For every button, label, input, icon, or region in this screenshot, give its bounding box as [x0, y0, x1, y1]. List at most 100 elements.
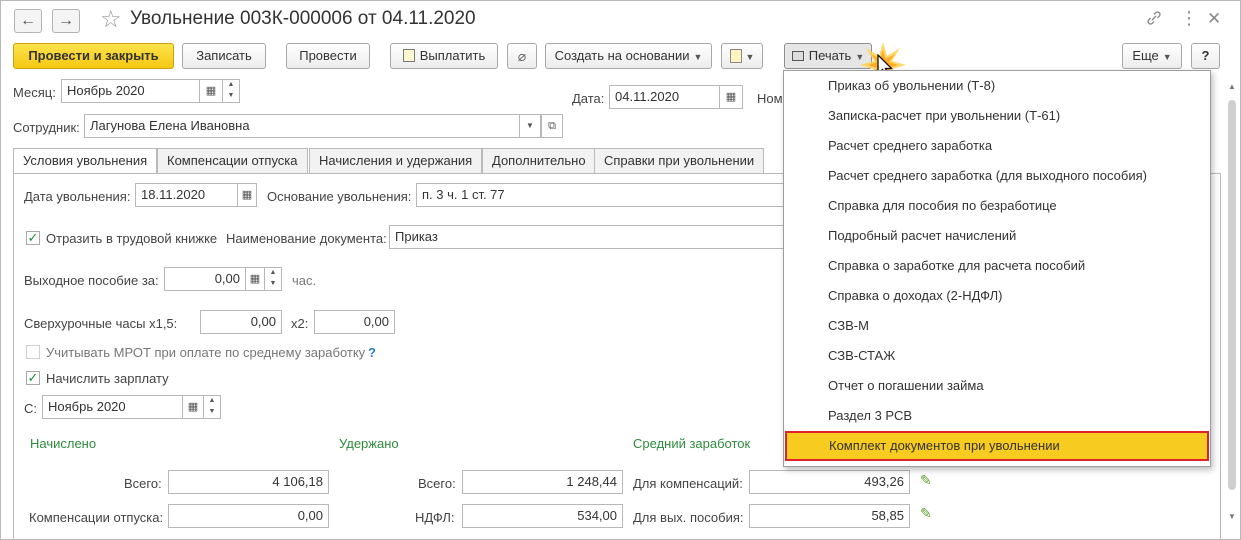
- calendar-icon[interactable]: ▦: [237, 183, 257, 207]
- pencil-icon[interactable]: ✎: [920, 472, 932, 489]
- calendar-icon[interactable]: ▦: [182, 395, 204, 419]
- post-and-close-button[interactable]: Провести и закрыть: [13, 43, 174, 69]
- menu-item-2ndfl[interactable]: Справка о доходах (2-НДФЛ): [784, 281, 1210, 311]
- workbook-checkbox[interactable]: ✓: [26, 231, 40, 245]
- date-field[interactable]: 04.11.2020: [609, 85, 720, 109]
- close-icon[interactable]: ✕: [1207, 9, 1221, 29]
- print-label: Печать: [808, 48, 852, 63]
- help-button[interactable]: ?: [1191, 43, 1220, 69]
- ndfl-label: НДФЛ:: [415, 510, 455, 525]
- employee-field[interactable]: Лагунова Елена Ивановна: [84, 114, 520, 138]
- vacation-comp-field: 0,00: [168, 504, 329, 528]
- comp-avg-label: Для компенсаций:: [633, 476, 743, 491]
- link-icon[interactable]: [1146, 10, 1162, 31]
- from-month-field[interactable]: Ноябрь 2020: [42, 395, 183, 419]
- withheld-total-field: 1 248,44: [462, 470, 623, 494]
- average-earnings-header: Средний заработок: [633, 436, 751, 451]
- overtime-x15-field[interactable]: 0,00: [200, 310, 282, 334]
- tab-dismissal-conditions[interactable]: Условия увольнения: [13, 148, 158, 174]
- calendar-icon[interactable]: ▦: [719, 85, 743, 109]
- basis-field[interactable]: п. 3 ч. 1 ст. 77: [416, 183, 784, 207]
- menu-item-loan-report[interactable]: Отчет о погашении займа: [784, 371, 1210, 401]
- calculator-icon[interactable]: ▦: [245, 267, 265, 291]
- chevron-down-icon[interactable]: ▼: [519, 114, 541, 138]
- menu-item-earnings-certificate[interactable]: Справка о заработке для расчета пособий: [784, 251, 1210, 281]
- calendar-icon[interactable]: ▦: [199, 79, 223, 103]
- menu-item-order-t8[interactable]: Приказ об увольнении (Т-8): [784, 71, 1210, 101]
- more-label: Еще: [1132, 48, 1159, 63]
- from-label: С:: [24, 401, 37, 416]
- pay-icon: [402, 49, 415, 62]
- scrollbar[interactable]: ▲ ▼: [1226, 82, 1238, 525]
- menu-item-unemployment-certificate[interactable]: Справка для пособия по безработице: [784, 191, 1210, 221]
- tab-vacation-compensation[interactable]: Компенсации отпуска: [157, 148, 308, 174]
- document-structure-icon: [729, 49, 742, 63]
- scrollbar-thumb[interactable]: [1228, 100, 1236, 490]
- menu-item-avg-earnings[interactable]: Расчет среднего заработка: [784, 131, 1210, 161]
- date-label: Дата:: [572, 91, 605, 106]
- pencil-icon[interactable]: ✎: [920, 505, 932, 522]
- tab-additional[interactable]: Дополнительно: [482, 148, 596, 174]
- chevron-down-icon: ▼: [745, 52, 755, 62]
- tab-certificates[interactable]: Справки при увольнении: [594, 148, 765, 174]
- menu-item-avg-earnings-severance[interactable]: Расчет среднего заработка (для выходного…: [784, 161, 1210, 191]
- comp-avg-field: 493,26: [749, 470, 910, 494]
- scroll-up-icon[interactable]: ▲: [1228, 82, 1236, 91]
- accrue-salary-checkbox[interactable]: ✓: [26, 371, 40, 385]
- tab-accruals-deductions[interactable]: Начисления и удержания: [309, 148, 483, 174]
- post-button[interactable]: Провести: [286, 43, 370, 69]
- menu-item-detailed-accruals[interactable]: Подробный расчет начислений: [784, 221, 1210, 251]
- page-title: Увольнение 003К-000006 от 04.11.2020: [130, 8, 476, 29]
- menu-item-szv-m[interactable]: СЗВ-М: [784, 311, 1210, 341]
- menu-item-rsv-section3[interactable]: Раздел 3 РСВ: [784, 401, 1210, 431]
- mrot-checkbox[interactable]: [26, 345, 40, 359]
- menu-item-szv-stazh[interactable]: СЗВ-СТАЖ: [784, 341, 1210, 371]
- pay-label: Выплатить: [419, 48, 486, 63]
- accrued-header: Начислено: [30, 436, 97, 451]
- month-field[interactable]: Ноябрь 2020: [61, 79, 200, 103]
- severance-stepper[interactable]: ▲ ▼: [264, 267, 282, 291]
- dismissal-date-label: Дата увольнения:: [24, 189, 131, 204]
- menu-item-dismissal-kit[interactable]: Комплект документов при увольнении: [785, 431, 1209, 461]
- x2-label: x2:: [291, 316, 309, 331]
- from-month-stepper[interactable]: ▲ ▼: [203, 395, 221, 419]
- help-icon[interactable]: ?: [368, 345, 376, 360]
- chevron-down-icon: ▼: [1162, 52, 1172, 62]
- pay-button[interactable]: Выплатить: [390, 43, 498, 69]
- overtime-x2-field[interactable]: 0,00: [314, 310, 395, 334]
- mrot-label: Учитывать МРОТ при оплате по среднему за…: [46, 345, 366, 360]
- doc-name-label: Наименование документа:: [226, 231, 387, 246]
- back-button[interactable]: ←: [14, 9, 42, 33]
- withheld-header: Удержано: [339, 436, 399, 451]
- month-label: Месяц:: [13, 85, 56, 100]
- scroll-down-icon[interactable]: ▼: [1228, 512, 1236, 521]
- withheld-total-label: Всего:: [418, 476, 456, 491]
- severance-field[interactable]: 0,00: [164, 267, 246, 291]
- menu-item-note-t61[interactable]: Записка-расчет при увольнении (Т-61): [784, 101, 1210, 131]
- dismissal-date-field[interactable]: 18.11.2020: [135, 183, 238, 207]
- accrued-total-field: 4 106,18: [168, 470, 329, 494]
- basis-label: Основание увольнения:: [267, 189, 412, 204]
- paperclip-icon: ⌀: [517, 48, 527, 64]
- more-button[interactable]: Еще ▼: [1122, 43, 1182, 69]
- save-button[interactable]: Записать: [182, 43, 266, 69]
- severance-label: Выходное пособие за:: [24, 273, 159, 288]
- attach-button[interactable]: ⌀: [507, 43, 537, 69]
- create-based-on-button[interactable]: Создать на основании ▼: [545, 43, 712, 69]
- print-menu: Приказ об увольнении (Т-8) Записка-расче…: [783, 70, 1211, 467]
- accrue-salary-label: Начислить зарплату: [46, 371, 169, 386]
- star-icon[interactable]: ☆: [100, 5, 122, 34]
- doc-name-field[interactable]: Приказ: [389, 225, 784, 249]
- chevron-down-icon: ▼: [693, 52, 703, 62]
- open-icon[interactable]: ⧉: [541, 114, 563, 138]
- month-stepper[interactable]: ▲ ▼: [222, 79, 240, 103]
- forward-button[interactable]: →: [52, 9, 80, 33]
- accrued-total-label: Всего:: [124, 476, 162, 491]
- more-icon[interactable]: ⋮: [1180, 8, 1198, 29]
- related-docs-button[interactable]: ▼: [721, 43, 763, 69]
- vacation-comp-label: Компенсации отпуска:: [29, 510, 164, 525]
- create-based-on-label: Создать на основании: [554, 48, 690, 63]
- severance-unit: час.: [292, 273, 317, 288]
- number-label: Ном: [757, 91, 783, 106]
- overtime-label: Сверхурочные часы x1,5:: [24, 316, 178, 331]
